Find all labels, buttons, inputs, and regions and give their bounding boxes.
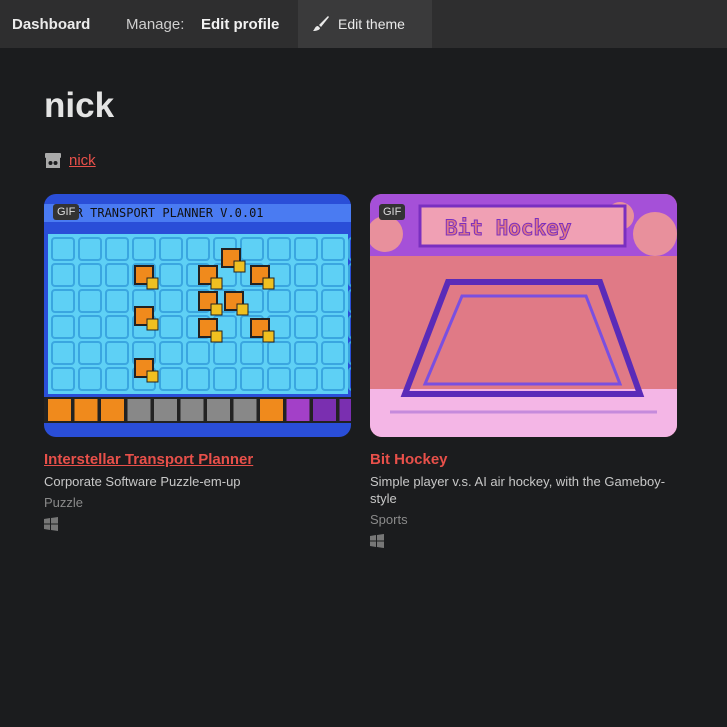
game-title-link[interactable]: Bit Hockey bbox=[370, 451, 677, 468]
edit-theme-button[interactable]: Edit theme bbox=[298, 0, 432, 48]
thumb-title-text: Bit Hockey bbox=[445, 216, 572, 240]
game-genre: Sports bbox=[370, 512, 408, 527]
paintbrush-icon bbox=[313, 16, 329, 31]
platform-list bbox=[370, 534, 677, 553]
game-genre: Puzzle bbox=[44, 495, 84, 510]
game-screenshot-image: Bit Hockey bbox=[370, 194, 677, 437]
gif-badge: GIF bbox=[379, 204, 406, 220]
itchio-icon bbox=[45, 153, 61, 168]
platform-list bbox=[44, 517, 351, 536]
game-description: Simple player v.s. AI air hockey, with t… bbox=[370, 474, 666, 506]
game-thumbnail[interactable]: LLAR TRANSPORT PLANNER V.0.01 GIF bbox=[44, 194, 351, 437]
dashboard-link[interactable]: Dashboard bbox=[12, 16, 90, 33]
windows-icon bbox=[370, 534, 384, 548]
profile-user-link: nick bbox=[44, 152, 96, 169]
manage-label: Manage: bbox=[126, 16, 185, 33]
windows-icon bbox=[44, 517, 58, 531]
game-title-link[interactable]: Interstellar Transport Planner bbox=[44, 451, 351, 468]
game-thumbnail[interactable]: Bit Hockey GIF bbox=[370, 194, 677, 437]
gif-badge: GIF bbox=[53, 204, 80, 220]
edit-theme-label: Edit theme bbox=[338, 16, 405, 32]
profile-heading: nick bbox=[44, 86, 115, 125]
thumb-banner-text: LLAR TRANSPORT PLANNER V.0.01 bbox=[54, 206, 264, 220]
game-card-interstellar[interactable]: LLAR TRANSPORT PLANNER V.0.01 GIF Inters… bbox=[44, 194, 351, 536]
game-description: Corporate Software Puzzle-em-up bbox=[44, 474, 241, 489]
game-card-bit-hockey[interactable]: Bit Hockey GIF Bit Hockey Simple player … bbox=[370, 194, 677, 553]
edit-profile-link[interactable]: Edit profile bbox=[201, 16, 279, 33]
top-bar: Dashboard Manage: Edit profile Edit them… bbox=[0, 0, 727, 48]
game-screenshot-image: LLAR TRANSPORT PLANNER V.0.01 bbox=[44, 194, 351, 437]
username-link[interactable]: nick bbox=[69, 152, 96, 169]
